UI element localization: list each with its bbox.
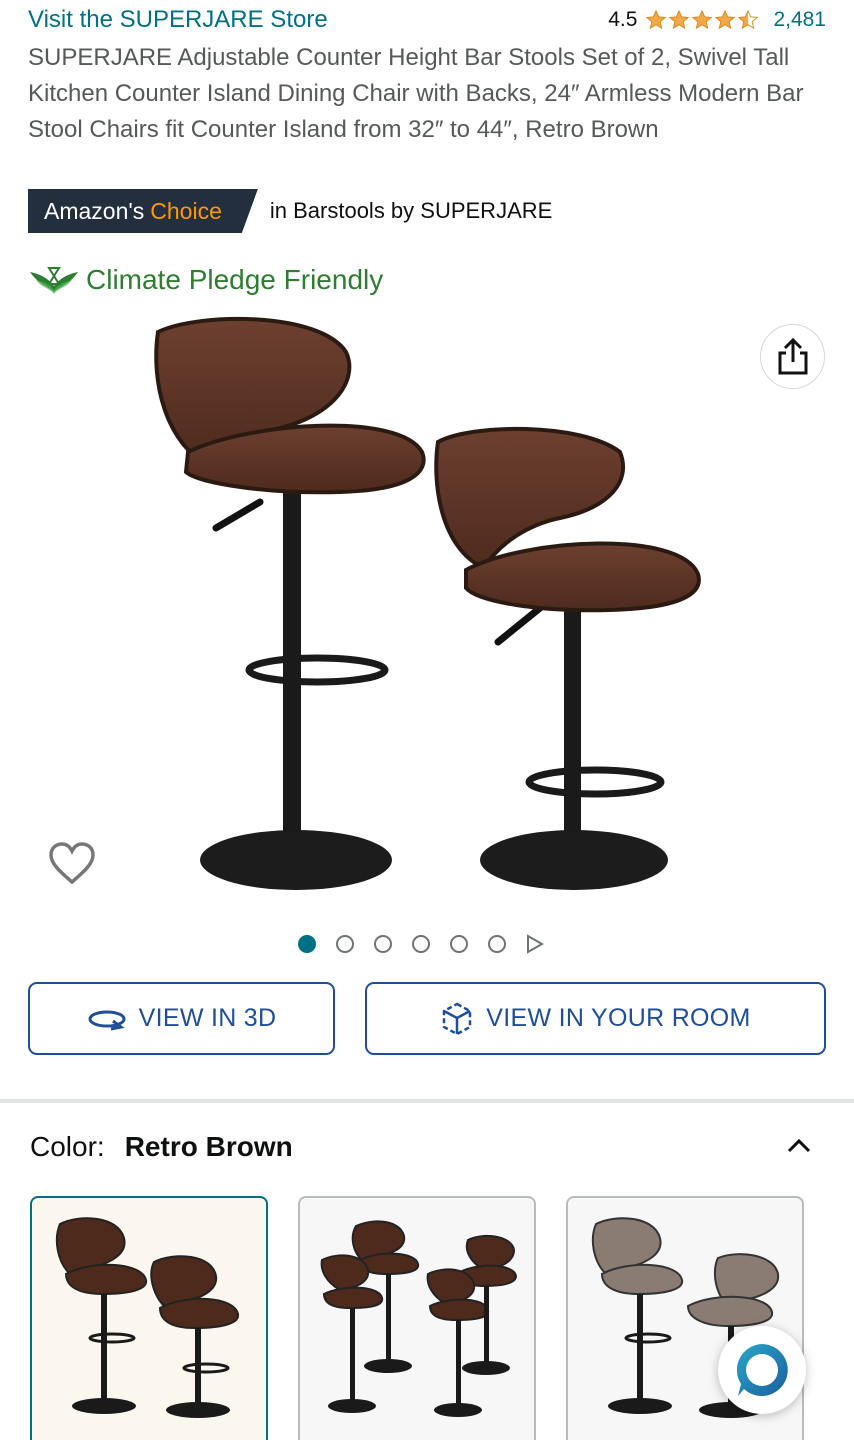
view-in-3d-label: VIEW IN 3D [138,1004,277,1032]
carousel-dot-1[interactable] [298,935,316,953]
carousel-dot-2[interactable] [336,935,354,953]
carousel-dot-6[interactable] [488,935,506,953]
climate-pledge-friendly[interactable]: Climate Pledge Friendly [28,262,383,298]
badge-context: in Barstools by SUPERJARE [269,198,553,223]
star-half-icon [738,9,759,30]
rating-stars [645,9,759,31]
view-in-your-room-label: VIEW IN YOUR ROOM [486,1004,751,1032]
rating-count[interactable]: 2,481 [773,8,826,32]
amazons-choice-badge[interactable]: Amazon's Choice [28,189,258,233]
image-carousel-indicator [298,934,544,954]
chevron-up-icon[interactable] [784,1131,814,1161]
view-in-your-room-button[interactable]: VIEW IN YOUR ROOM [365,982,826,1055]
swatch-retro-brown-4[interactable] [298,1196,536,1440]
share-icon [778,337,807,374]
product-main-image[interactable] [140,312,720,902]
climate-pledge-label: Climate Pledge Friendly [86,264,384,295]
heart-icon [49,842,95,885]
rating-summary[interactable]: 4.5 2,481 [608,8,826,32]
share-button[interactable] [760,324,825,389]
star-icon [692,9,713,30]
carousel-dot-3[interactable] [374,935,392,953]
carousel-dot-5[interactable] [450,935,468,953]
color-selector-header[interactable]: Color: Retro Brown [30,1127,820,1167]
visit-store-link[interactable]: Visit the SUPERJARE Store [28,6,328,34]
play-icon[interactable] [526,934,544,954]
rating-value: 4.5 [608,8,638,31]
color-label: Color: [30,1131,105,1162]
star-icon [715,9,736,30]
amazons-choice-row: Amazon's Choice in Barstools by SUPERJAR… [28,189,552,233]
ar-cube-icon [443,1002,472,1035]
store-row: Visit the SUPERJARE Store 4.5 2,481 [28,4,826,36]
rotate-3d-icon [88,1010,126,1030]
product-title: SUPERJARE Adjustable Counter Height Bar … [28,44,804,143]
climate-pledge-icon [30,267,78,294]
carousel-dot-4[interactable] [412,935,430,953]
stool-right [434,426,701,890]
section-divider [0,1099,854,1103]
swatch-retro-brown-2[interactable] [30,1196,268,1440]
wishlist-button[interactable] [46,838,98,890]
chat-assistant-button[interactable] [718,1326,806,1414]
selected-color-value: Retro Brown [124,1131,293,1162]
chat-icon [736,1344,788,1396]
badge-highlight: Choice [150,197,222,224]
star-icon [646,9,667,30]
badge-prefix: Amazon's [44,197,145,224]
stool-left [154,316,426,890]
star-icon [669,9,690,30]
view-in-3d-button[interactable]: VIEW IN 3D [28,982,335,1055]
